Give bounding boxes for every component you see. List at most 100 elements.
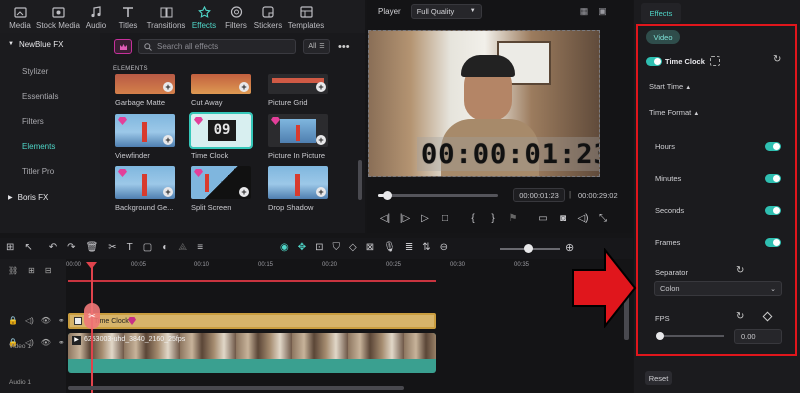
effects-mask-icon[interactable]: ⟁ <box>178 242 187 253</box>
effect-card-split-screen[interactable]: + Split Screen <box>191 166 251 212</box>
mark-out-icon[interactable]: } <box>486 211 500 225</box>
toolbar-stickers[interactable]: Stickers <box>252 2 284 33</box>
hours-toggle[interactable] <box>765 142 781 151</box>
time-format-row[interactable]: Time Format ▲ <box>649 108 699 117</box>
tab-video[interactable]: Video <box>646 30 680 44</box>
cut-icon[interactable]: ✂ <box>108 242 116 253</box>
reset-separator-icon[interactable]: ↻ <box>736 265 744 276</box>
toolbar-stock-media[interactable]: Stock Media <box>36 2 80 33</box>
add-icon[interactable]: + <box>239 82 249 92</box>
playback-progress[interactable] <box>378 194 498 197</box>
text-icon[interactable]: T <box>127 242 133 253</box>
speed-icon[interactable]: ⇅ <box>422 242 430 253</box>
toolbar-filters[interactable]: Filters <box>220 2 252 33</box>
layout-icon[interactable]: ⊞ <box>6 242 14 253</box>
shield-icon[interactable]: ⛉ <box>333 242 341 253</box>
grid-view-icon[interactable]: ▦ <box>580 6 589 17</box>
reset-fps-icon[interactable]: ↻ <box>736 311 744 322</box>
nav-group-newblue[interactable]: ▼ NewBlue FX <box>0 33 100 55</box>
lock-icon[interactable]: 🔒 <box>8 316 18 325</box>
stop-icon[interactable]: □ <box>438 211 452 225</box>
play-icon[interactable]: ▷ <box>418 211 432 225</box>
crop-icon[interactable]: ▢ <box>143 242 152 253</box>
reset-button[interactable]: Reset <box>645 371 672 385</box>
tab-effects[interactable]: Effects <box>641 3 681 23</box>
nav-item-stylizer[interactable]: Stylizer <box>0 59 100 84</box>
video-preview[interactable]: 00:00:01:23 <box>368 30 600 177</box>
favorites-button[interactable] <box>114 39 132 54</box>
keyframe-tool-icon[interactable]: ◇ <box>349 242 357 253</box>
eye-icon[interactable]: 👁 <box>41 338 51 347</box>
video-clip[interactable]: ▶ 6253003-uhd_3840_2160_25fps <box>68 333 436 373</box>
nav-item-essentials[interactable]: Essentials <box>0 84 100 109</box>
more-tools-icon[interactable]: ≡ <box>197 242 203 253</box>
effect-card-garbage-matte[interactable]: + Garbage Matte <box>115 74 175 107</box>
color-icon[interactable]: ◐ <box>162 242 168 253</box>
track-manager-icon[interactable]: ⊟ <box>45 266 52 275</box>
reset-effect-icon[interactable]: ↻ <box>773 54 781 65</box>
camera-icon[interactable]: ◙ <box>556 211 570 225</box>
add-icon[interactable]: + <box>316 82 326 92</box>
effect-card-time-clock[interactable]: 09 Time Clock <box>189 112 253 160</box>
add-track-icon[interactable]: ⊞ <box>28 266 35 275</box>
progress-knob[interactable] <box>383 191 392 200</box>
marker-icon[interactable]: ⚑ <box>506 211 520 225</box>
unlink-icon[interactable]: ⚭ <box>58 316 65 325</box>
effect-enable-toggle[interactable] <box>646 57 662 66</box>
link-icon[interactable]: ⛓ <box>8 266 18 275</box>
search-input[interactable]: Search all effects <box>138 39 296 54</box>
toolbar-templates[interactable]: Templates <box>284 2 328 33</box>
effect-clip[interactable]: Time Clock <box>68 313 436 329</box>
toolbar-media[interactable]: Media <box>4 2 36 33</box>
auto-highlight-icon[interactable]: ◉ <box>280 242 289 253</box>
mic-icon[interactable]: 🎙 <box>383 242 396 253</box>
zoom-out-icon[interactable]: ⊖ <box>440 242 448 253</box>
toolbar-effects[interactable]: Effects <box>188 2 220 33</box>
snapshot-icon[interactable]: ▣ <box>598 6 607 17</box>
timeline-horizontal-scrollbar[interactable] <box>68 386 404 390</box>
effect-card-picture-grid[interactable]: + Picture Grid <box>268 74 328 107</box>
effect-card-viewfinder[interactable]: + Viewfinder <box>115 114 175 160</box>
voiceover-icon[interactable]: ≣ <box>405 242 413 253</box>
keyframe-icon[interactable] <box>710 56 720 66</box>
redo-icon[interactable]: ↷ <box>67 242 75 253</box>
separator-select[interactable]: Colon ⌄ <box>654 281 782 296</box>
quality-select[interactable]: Full Quality ▼ <box>410 3 482 19</box>
zoom-knob[interactable] <box>524 244 533 253</box>
effect-card-cut-away[interactable]: + Cut Away <box>191 74 251 107</box>
select-tool-icon[interactable]: ↖ <box>24 242 32 253</box>
display-icon[interactable]: ▭ <box>536 211 550 225</box>
minutes-toggle[interactable] <box>765 174 781 183</box>
add-icon[interactable]: + <box>316 187 326 197</box>
filter-dropdown[interactable]: All ☰ <box>303 39 330 54</box>
effect-card-picture-in-picture[interactable]: + Picture In Picture <box>268 114 328 160</box>
undo-icon[interactable]: ↶ <box>49 242 57 253</box>
stabilize-icon[interactable]: ⊠ <box>366 242 374 253</box>
effects-scrollbar[interactable] <box>358 160 362 200</box>
unlink-icon[interactable]: ⚭ <box>58 338 65 347</box>
eye-icon[interactable]: 👁 <box>41 316 51 325</box>
nav-item-filters[interactable]: Filters <box>0 109 100 134</box>
toolbar-transitions[interactable]: Transitions <box>144 2 188 33</box>
nav-item-elements[interactable]: Elements <box>0 134 100 159</box>
add-icon[interactable]: + <box>239 187 249 197</box>
add-icon[interactable]: + <box>316 135 326 145</box>
mark-in-icon[interactable]: { <box>466 211 480 225</box>
seconds-toggle[interactable] <box>765 206 781 215</box>
delete-icon[interactable]: 🗑 <box>86 242 99 253</box>
mute-icon[interactable]: ◁) <box>25 316 34 325</box>
toolbar-audio[interactable]: Audio <box>80 2 112 33</box>
effect-card-drop-shadow[interactable]: + Drop Shadow <box>268 166 328 212</box>
nav-item-titler-pro[interactable]: Titler Pro <box>0 159 100 184</box>
frames-toggle[interactable] <box>765 238 781 247</box>
more-options-icon[interactable]: ••• <box>338 41 350 53</box>
nav-group-boris[interactable]: ▶ Boris FX <box>0 186 100 208</box>
toolbar-titles[interactable]: Titles <box>112 2 144 33</box>
fps-input[interactable]: 0.00 <box>734 329 782 344</box>
fullscreen-icon[interactable]: ⤡ <box>596 211 610 225</box>
add-icon[interactable]: + <box>163 187 173 197</box>
add-icon[interactable]: + <box>163 135 173 145</box>
split-scissors-icon[interactable]: ✂ <box>84 303 100 329</box>
effect-card-background-generator[interactable]: + Background Ge... <box>115 166 175 212</box>
start-time-row[interactable]: Start Time ▲ <box>649 82 691 91</box>
